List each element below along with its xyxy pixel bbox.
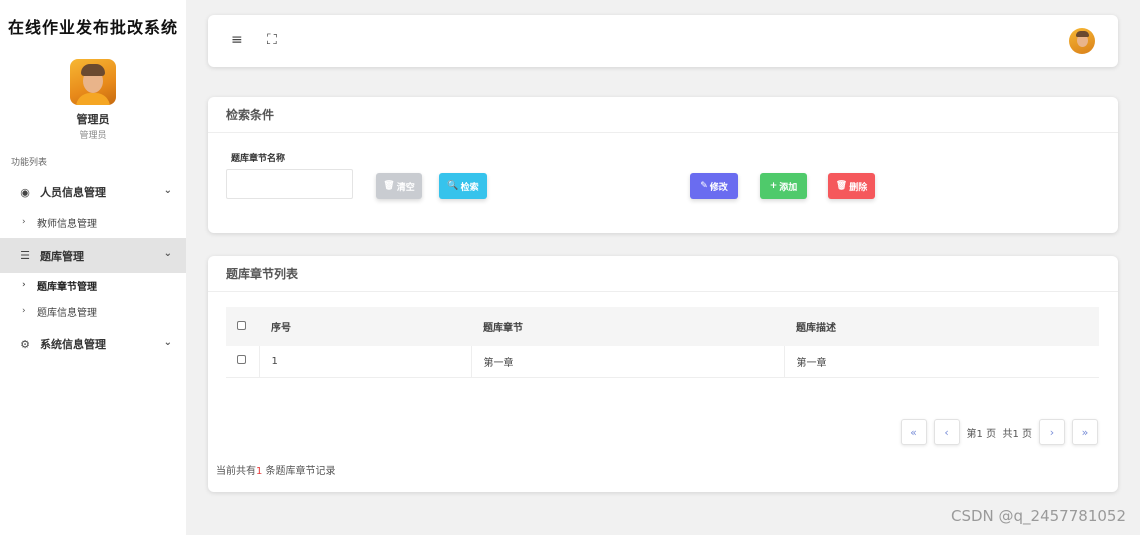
hamburger-menu-icon[interactable]: ≡ (231, 32, 243, 48)
fullscreen-icon[interactable]: ⛶ (267, 32, 277, 48)
search-button-label: 检索 (460, 182, 479, 193)
row-checkbox[interactable] (237, 355, 246, 365)
watermark: CSDN @q_2457781052 (951, 507, 1126, 525)
list-icon: ☰ (20, 249, 30, 262)
trash-icon: 🗑 (835, 181, 848, 191)
row-select-cell (226, 346, 260, 378)
menu-group-label: 系统信息管理 (40, 338, 106, 351)
table-row[interactable]: 1 第一章 第一章 (226, 346, 1099, 378)
current-page: 1 (976, 428, 983, 440)
column-header-index: 序号 (259, 307, 471, 346)
page-indicator: 第1 页 共1 页 (967, 425, 1032, 440)
menu-caption: 功能列表 (11, 158, 48, 168)
page-suffix: 页 (986, 428, 997, 440)
add-button-label: 添加 (779, 182, 798, 193)
select-all-checkbox[interactable] (237, 320, 246, 330)
menu-item-label: 题库章节管理 (37, 281, 97, 293)
chevron-right-icon: › (22, 306, 26, 316)
prev-page-button[interactable]: ‹ (933, 419, 960, 445)
record-suffix: 条题库章节记录 (262, 466, 336, 477)
sidebar: 在线作业发布批改系统 管理员 管理员 功能列表 ◉ 人员信息管理 ⌄ › 教师信… (0, 0, 186, 535)
chevron-right-icon: › (22, 217, 26, 227)
column-header-description: 题库描述 (784, 307, 1099, 346)
menu-item-teacher-info[interactable]: › 教师信息管理 (0, 212, 186, 232)
user-avatar[interactable] (70, 59, 116, 105)
chevron-down-icon: ⌄ (163, 185, 172, 196)
column-header-chapter: 题库章节 (471, 307, 784, 346)
user-role: 管理员 (79, 131, 107, 141)
last-page-button[interactable]: » (1072, 419, 1098, 445)
record-summary: 当前共有1 条题库章节记录 (216, 462, 336, 477)
select-all-cell (226, 307, 259, 346)
edit-icon: ✎ (700, 181, 708, 191)
search-button[interactable]: 🔍 检索 (439, 173, 487, 199)
user-name: 管理员 (76, 113, 110, 126)
menu-group-label: 人员信息管理 (40, 186, 106, 199)
plus-icon: + (769, 181, 778, 191)
trash-icon: 🗑 (383, 181, 395, 191)
menu-item-label: 教师信息管理 (37, 218, 97, 230)
cell-description: 第一章 (784, 346, 1099, 378)
chevron-right-icon: › (22, 280, 26, 290)
pagination: « ‹ 第1 页 共1 页 › » (900, 419, 1098, 445)
menu-group-label: 题库管理 (40, 249, 84, 263)
first-page-button[interactable]: « (900, 419, 927, 445)
edit-button[interactable]: ✎ 修改 (690, 173, 738, 199)
avatar-body-shape (76, 93, 110, 105)
chevron-down-icon: ⌄ (163, 337, 172, 348)
top-bar: ≡ ⛶ (208, 15, 1118, 67)
table-header-row: 序号 题库章节 题库描述 (226, 307, 1099, 346)
search-icon: 🔍 (447, 181, 459, 191)
cell-chapter: 第一章 (471, 346, 785, 378)
user-circle-icon: ◉ (20, 185, 30, 199)
menu-item-label: 题库信息管理 (37, 307, 97, 319)
menu-item-chapter-manage[interactable]: › 题库章节管理 (0, 275, 186, 295)
menu-group-personnel[interactable]: ◉ 人员信息管理 ⌄ (0, 179, 186, 205)
edit-button-label: 修改 (709, 182, 728, 193)
clear-button[interactable]: 🗑 清空 (376, 173, 422, 199)
chapter-name-input[interactable] (226, 169, 353, 199)
search-panel-title: 检索条件 (208, 97, 1118, 133)
list-panel-title: 题库章节列表 (208, 256, 1118, 292)
avatar-hair-shape (81, 64, 105, 76)
total-suffix: 页 (1022, 428, 1032, 440)
record-prefix: 当前共有 (216, 466, 256, 477)
clear-button-label: 清空 (396, 182, 415, 193)
search-panel: 检索条件 题库章节名称 🗑 清空 🔍 检索 ✎ 修改 + 添加 🗑 删除 (208, 97, 1118, 233)
cogs-icon: ⚙ (20, 337, 30, 351)
chapter-name-label: 题库章节名称 (231, 154, 286, 164)
next-page-button[interactable]: › (1039, 419, 1065, 445)
menu-group-system-info[interactable]: ⚙ 系统信息管理 ⌄ (0, 331, 186, 357)
chapter-table: 序号 题库章节 题库描述 1 第一章 第一章 (226, 307, 1099, 378)
cell-index: 1 (259, 346, 472, 378)
total-pages: 1 (1012, 428, 1019, 440)
delete-button[interactable]: 🗑 删除 (828, 173, 875, 199)
delete-button-label: 删除 (849, 182, 868, 193)
menu-group-question-bank[interactable]: ☰ 题库管理 ⌄ (0, 238, 186, 273)
header-avatar[interactable] (1069, 28, 1095, 54)
list-panel: 题库章节列表 序号 题库章节 题库描述 1 第一章 第一章 « ‹ 第1 页 共… (208, 256, 1118, 492)
total-prefix: 共 (1002, 428, 1013, 440)
app-title: 在线作业发布批改系统 (7, 18, 178, 37)
avatar-hair-shape (1076, 31, 1089, 37)
menu-item-question-info[interactable]: › 题库信息管理 (0, 301, 186, 321)
add-button[interactable]: + 添加 (760, 173, 807, 199)
chevron-down-icon: ⌄ (163, 248, 172, 259)
page-prefix: 第 (966, 428, 977, 440)
